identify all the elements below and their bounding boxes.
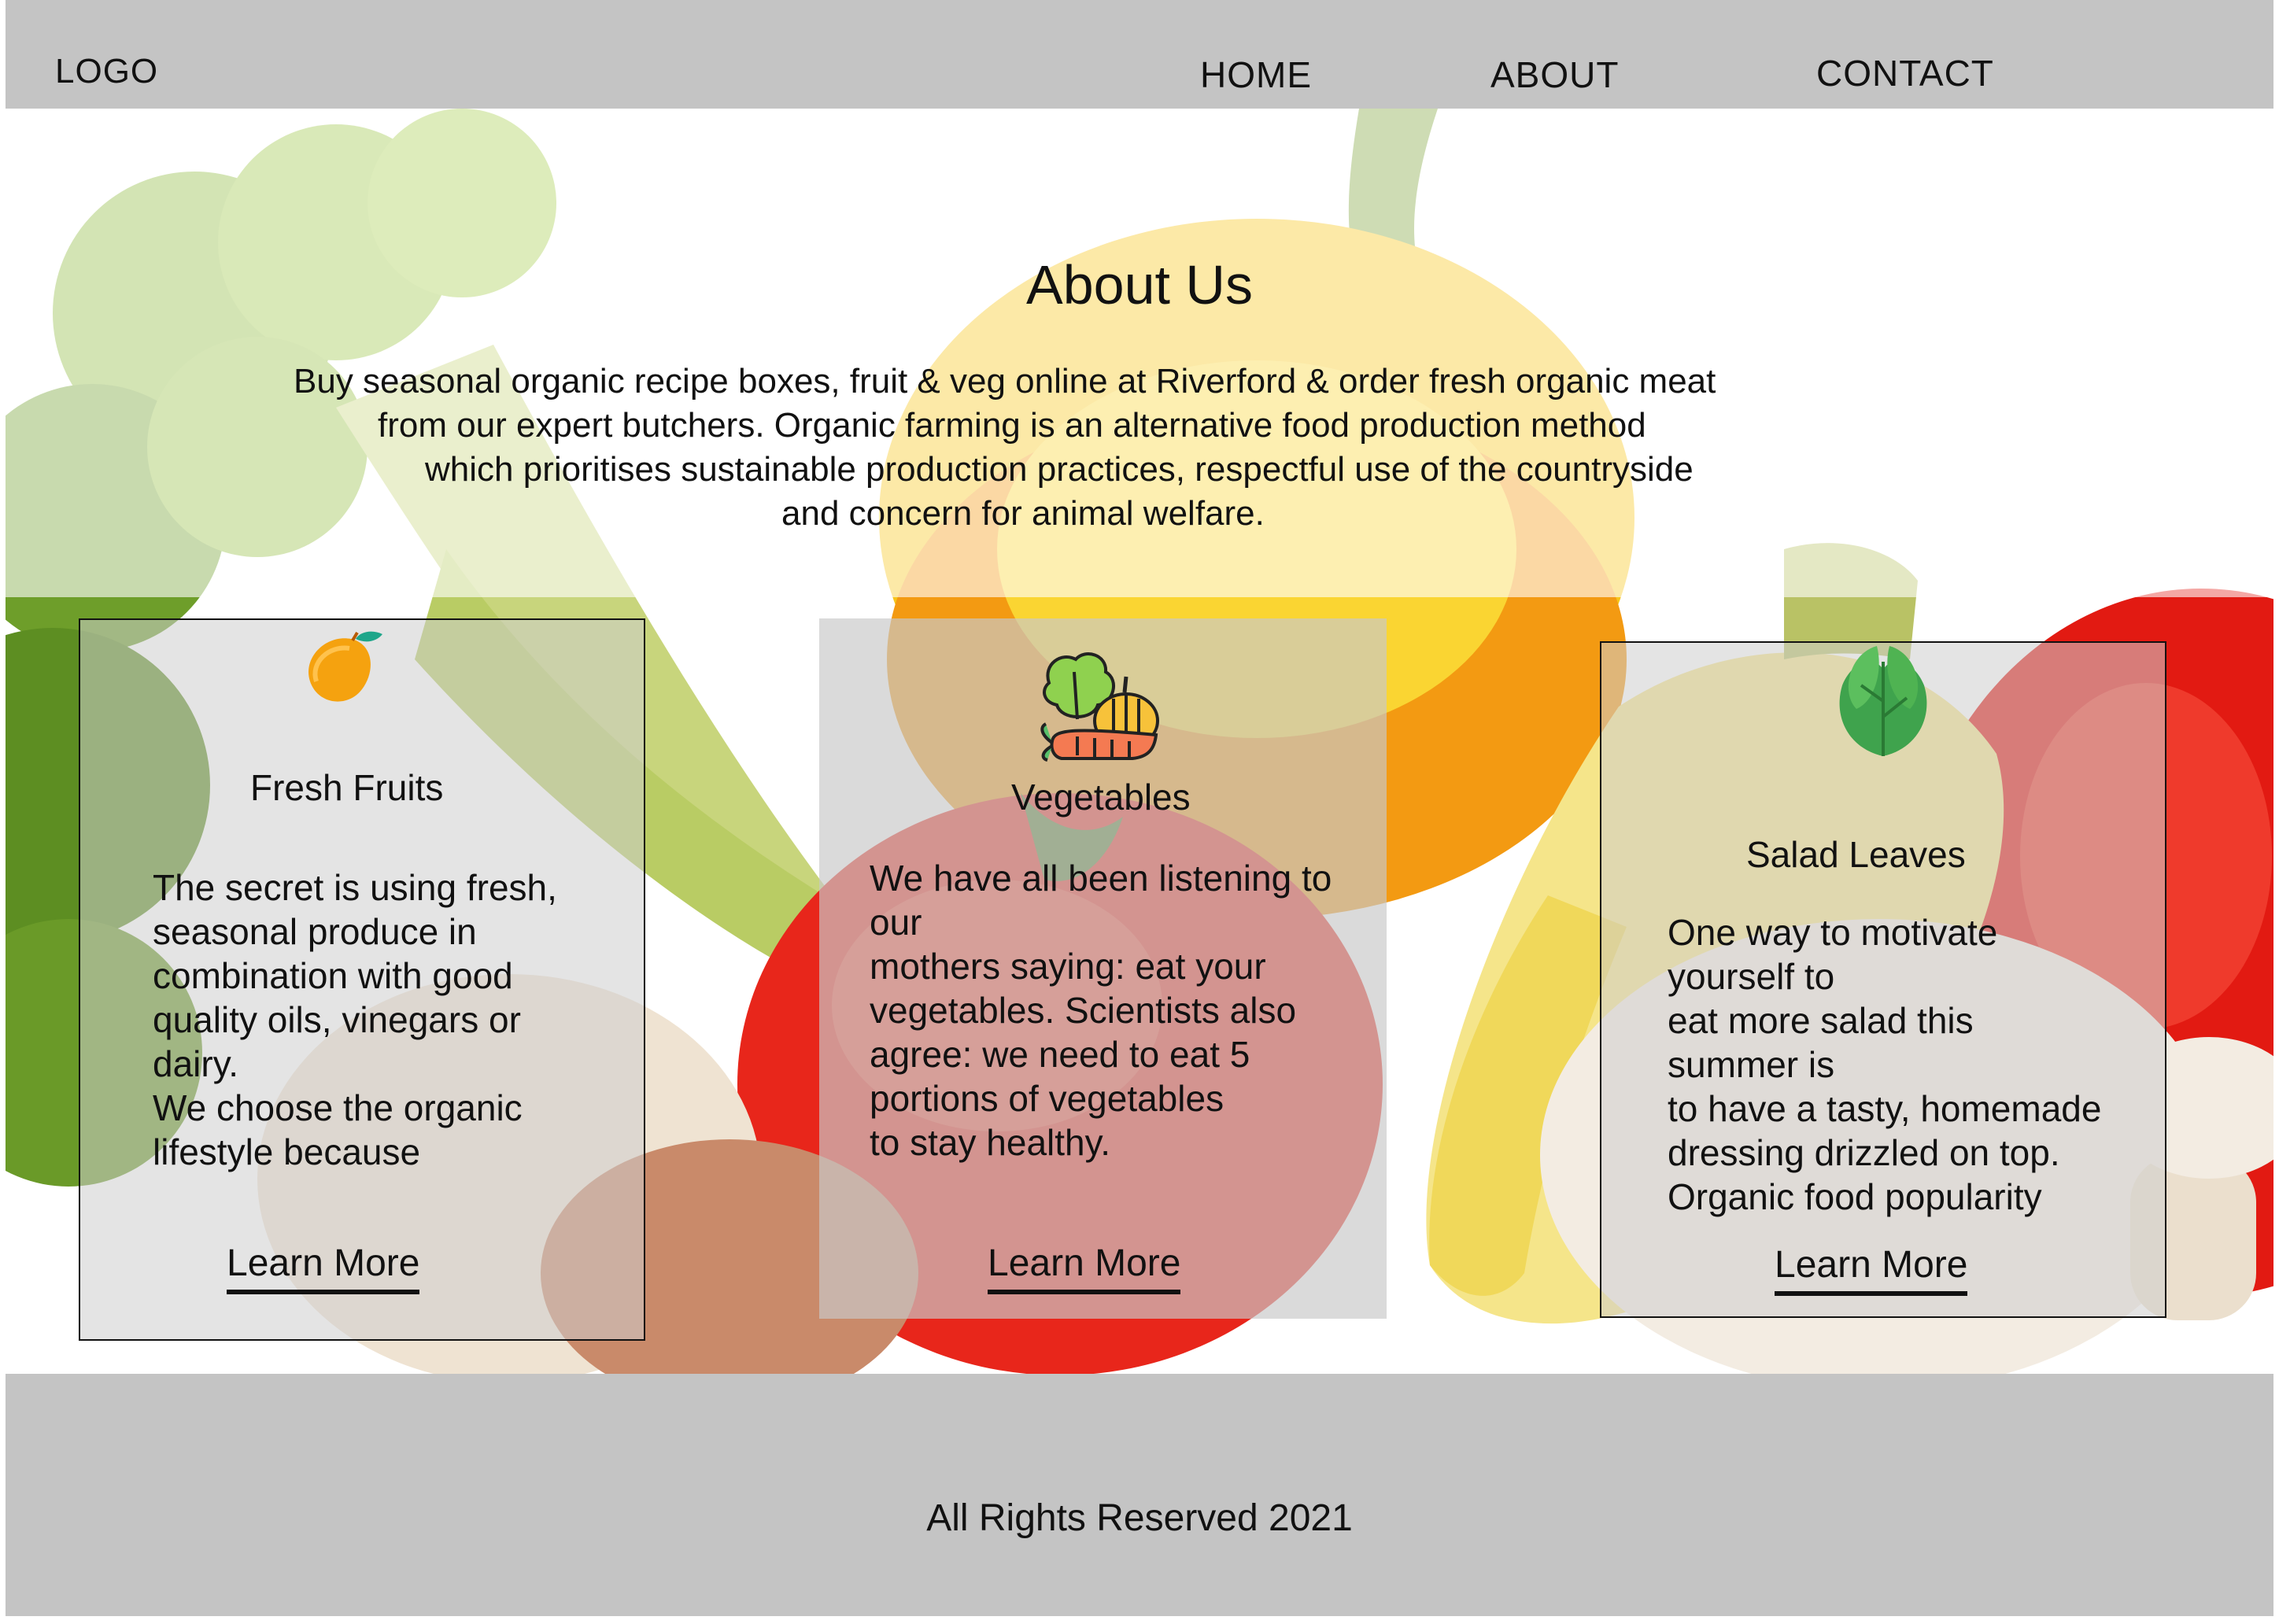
card-fresh-fruits: Fresh Fruits The secret is using fresh, … [79,618,645,1341]
card-title: Salad Leaves [1746,834,1966,875]
hero-description-line: from our expert butchers. Organic farmin… [378,406,1646,445]
hero-description-line: which prioritises sustainable production… [425,450,1694,489]
card-description: We have all been listening to our mother… [870,858,1332,1163]
card-description: The secret is using fresh, seasonal prod… [153,867,557,1172]
card-title: Vegetables [1011,777,1191,818]
site-header: LOGO HOME ABOUT CONTACT [6,0,2273,109]
learn-more-link[interactable]: Learn More [1775,1243,1968,1296]
card-salad-leaves: Salad Leaves One way to motivate yoursel… [1600,641,2166,1318]
card-vegetables: Vegetables We have all been listening to… [819,618,1387,1319]
vegetables-icon [1040,652,1159,762]
nav-home[interactable]: HOME [1200,54,1312,96]
logo[interactable]: LOGO [55,52,158,91]
salad-leaves-icon [1839,646,1927,756]
nav-contact[interactable]: CONTACT [1816,52,1994,94]
page: LOGO HOME ABOUT CONTACT About Us Buy sea… [0,0,2279,1624]
card-description: One way to motivate yourself to eat more… [1668,912,2102,1217]
mango-icon [308,631,382,702]
learn-more-link[interactable]: Learn More [988,1242,1181,1294]
page-title: About Us [1026,254,1253,316]
hero-description-line: and concern for animal welfare. [781,494,1265,533]
hero-description-line: Buy seasonal organic recipe boxes, fruit… [294,362,1716,400]
nav-about[interactable]: ABOUT [1490,54,1619,96]
site-footer: All Rights Reserved 2021 [6,1374,2273,1616]
copyright-text: All Rights Reserved 2021 [926,1497,1353,1539]
card-title: Fresh Fruits [250,767,444,808]
learn-more-link[interactable]: Learn More [227,1242,420,1294]
